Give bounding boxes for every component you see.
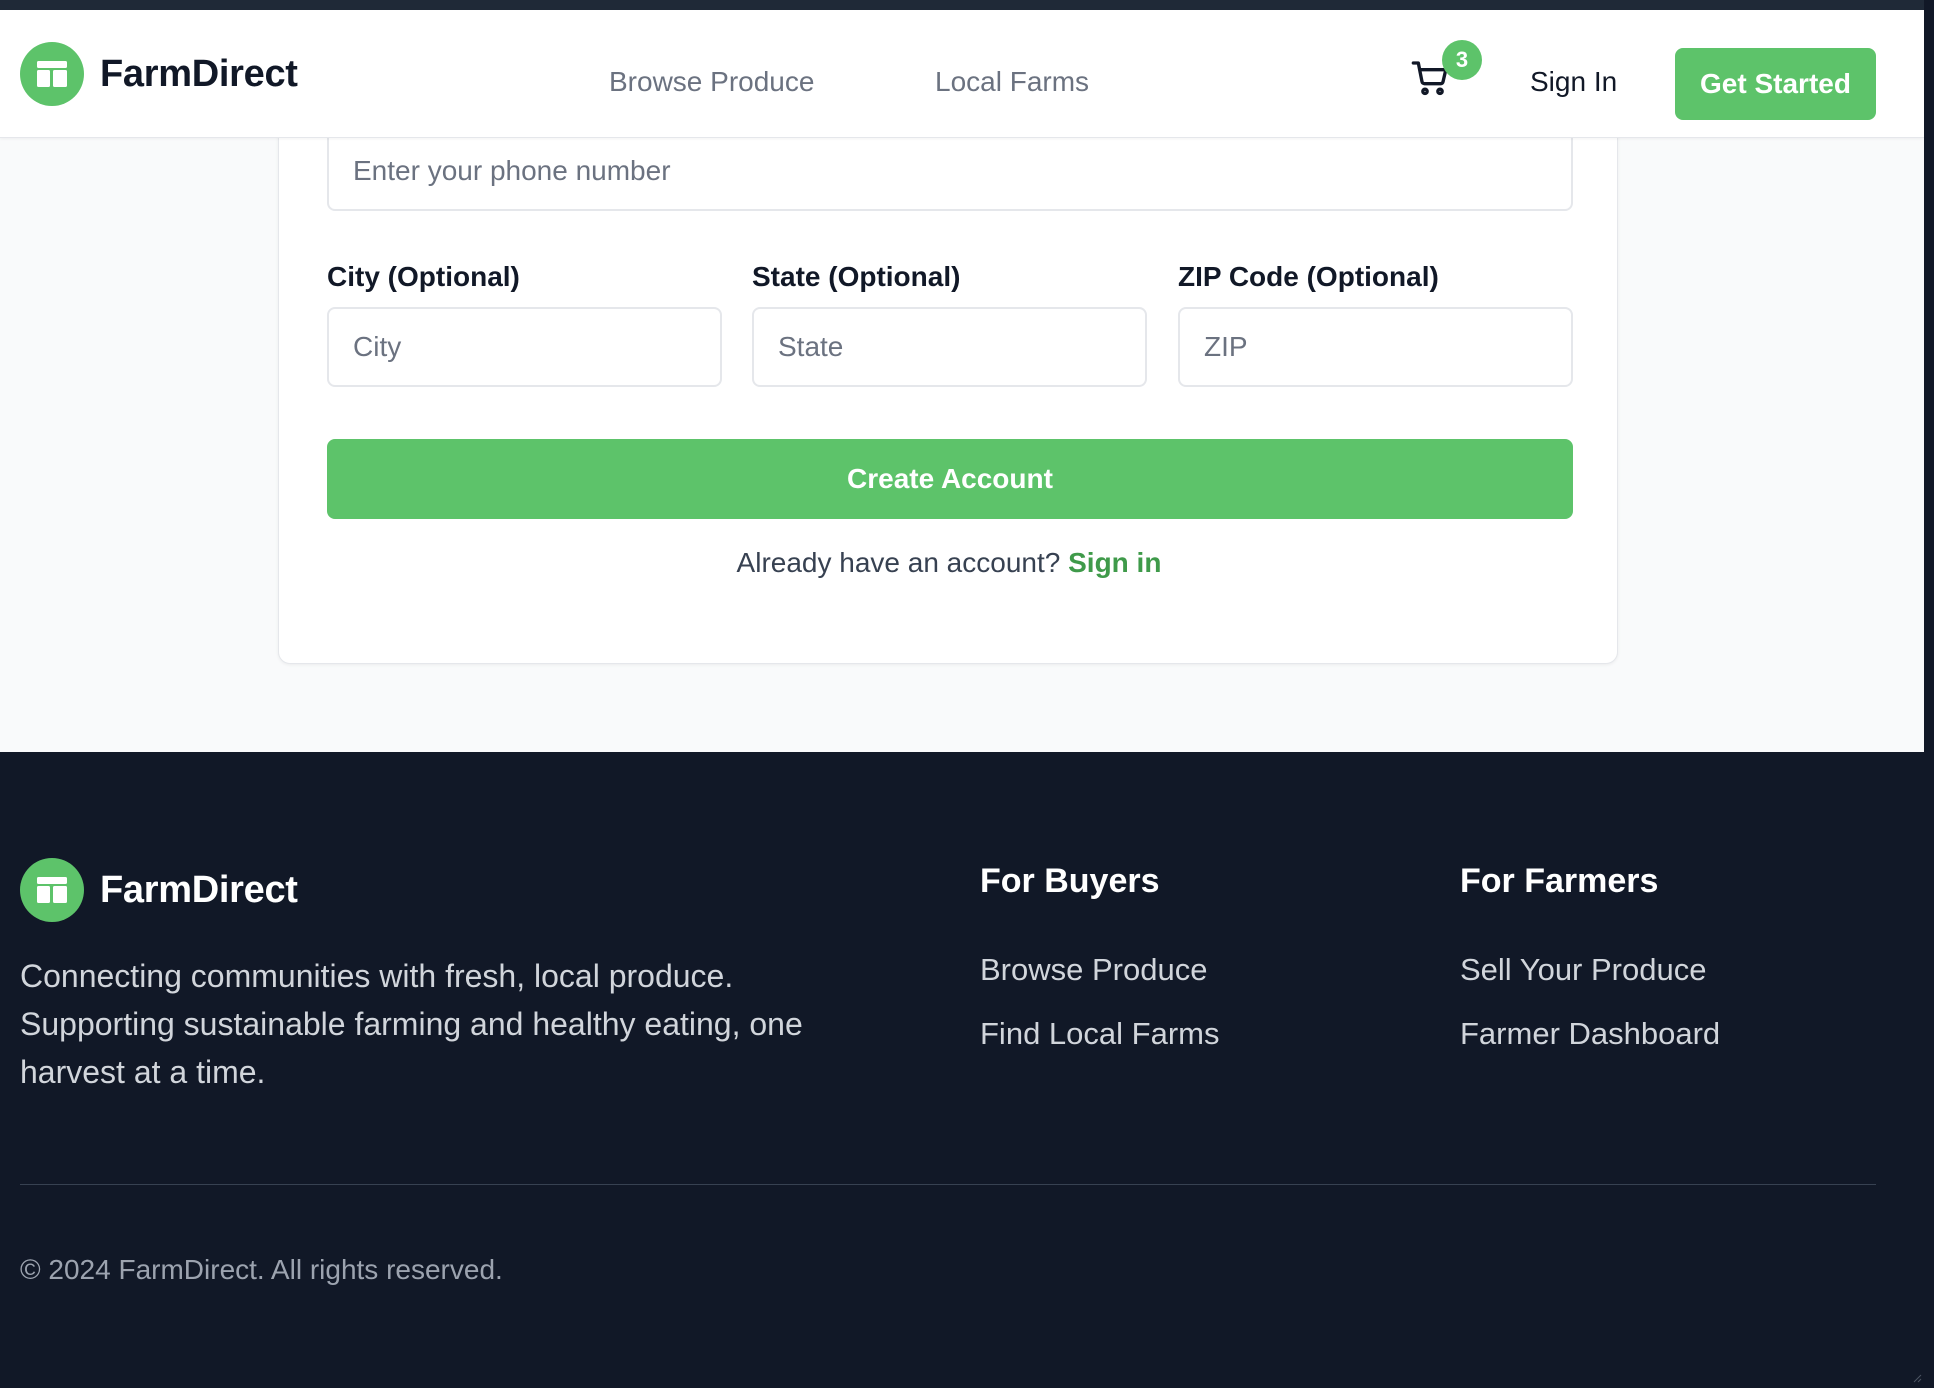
zip-input[interactable] (1178, 307, 1573, 387)
footer-heading-farmers: For Farmers (1460, 862, 1659, 900)
brand-logo[interactable]: FarmDirect (20, 42, 298, 106)
site-footer: FarmDirect Connecting communities with f… (0, 752, 1924, 1388)
footer-heading-buyers: For Buyers (980, 862, 1160, 900)
zip-label: ZIP Code (Optional) (1178, 261, 1439, 292)
footer-link-find-local-farms[interactable]: Find Local Farms (980, 1016, 1219, 1052)
city-input[interactable] (327, 307, 722, 387)
brand-name: FarmDirect (100, 52, 298, 95)
site-header: FarmDirect Browse Produce Local Farms 3 … (0, 10, 1924, 138)
sign-in-link[interactable]: Sign In (1530, 66, 1617, 98)
state-label: State (Optional) (752, 261, 961, 292)
nav-browse-produce[interactable]: Browse Produce (609, 66, 814, 98)
footer-link-farmer-dashboard[interactable]: Farmer Dashboard (1460, 1016, 1720, 1052)
phone-input[interactable] (327, 131, 1573, 211)
already-have-account-text: Already have an account? (736, 547, 1061, 578)
city-label: City (Optional) (327, 261, 520, 292)
get-started-button[interactable]: Get Started (1675, 48, 1876, 120)
storefront-icon (20, 858, 84, 922)
footer-link-browse-produce[interactable]: Browse Produce (980, 952, 1207, 988)
resize-grip-icon[interactable] (1910, 1370, 1922, 1383)
storefront-icon (20, 42, 84, 106)
footer-description: Connecting communities with fresh, local… (20, 958, 803, 1090)
footer-brand-logo[interactable]: FarmDirect (20, 858, 298, 922)
sign-in-link-form[interactable]: Sign in (1068, 547, 1161, 578)
footer-brand-name: FarmDirect (100, 868, 298, 911)
footer-copyright: © 2024 FarmDirect. All rights reserved. (20, 1254, 503, 1285)
sign-in-prompt: Already have an account? Sign in (279, 547, 1619, 579)
state-input[interactable] (752, 307, 1147, 387)
browser-right-edge (1924, 0, 1934, 1388)
create-account-button[interactable]: Create Account (327, 439, 1573, 519)
cart-count-badge: 3 (1442, 40, 1482, 80)
footer-link-sell-your-produce[interactable]: Sell Your Produce (1460, 952, 1706, 988)
footer-divider (20, 1184, 1876, 1185)
nav-local-farms[interactable]: Local Farms (935, 66, 1089, 98)
page-viewport[interactable]: FarmDirect Browse Produce Local Farms 3 … (0, 10, 1924, 1388)
browser-top-edge (0, 0, 1934, 10)
